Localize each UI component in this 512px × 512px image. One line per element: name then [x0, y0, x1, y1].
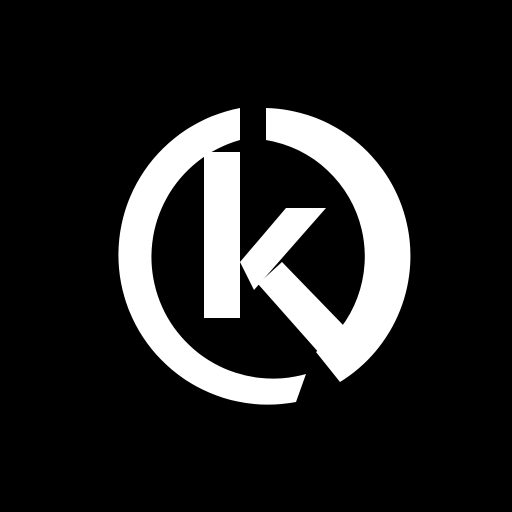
logo-canvas	[0, 0, 512, 512]
k-circle-logo-icon	[118, 108, 411, 405]
logo-k-lower-leg	[258, 262, 346, 354]
logo-k-stem	[204, 152, 240, 318]
